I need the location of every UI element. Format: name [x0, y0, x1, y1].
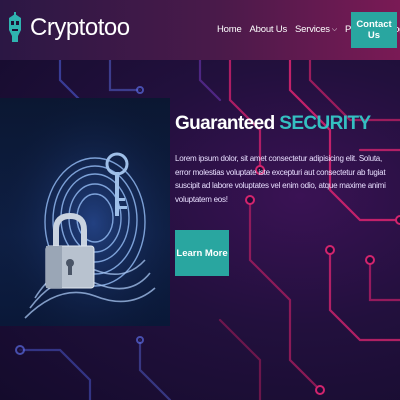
page: Cryptotoo Home About Us Services ⌵ Pages…	[0, 0, 400, 400]
brand-name: Cryptotoo	[30, 14, 130, 41]
security-illustration	[0, 98, 170, 326]
nav-item-label: Home	[217, 24, 242, 35]
logo[interactable]: Cryptotoo	[6, 12, 130, 44]
nav-item-about-us[interactable]: About Us	[249, 24, 288, 35]
hero-title-plain: Guaranteed	[175, 113, 275, 134]
hero-description: Lorem ipsum dolor, sit amet consectetur …	[175, 154, 386, 204]
hero-title-accent: SECURITY	[279, 113, 371, 134]
contact-us-button[interactable]: Contact Us	[351, 12, 397, 48]
nav-item-home[interactable]: Home	[217, 24, 242, 35]
learn-more-button[interactable]: Learn More	[175, 230, 229, 276]
nav-item-label: About Us	[249, 24, 288, 35]
robot-head-icon	[9, 12, 21, 42]
hero-title: Guaranteed SECURITY	[175, 113, 371, 135]
site-header: Cryptotoo Home About Us Services ⌵ Pages…	[0, 0, 400, 60]
nav-item-label: Services	[295, 24, 330, 35]
hero-section: Guaranteed SECURITY Lorem ipsum dolor, s…	[0, 60, 400, 400]
padlock-fingerprint-icon	[0, 98, 170, 326]
chevron-down-icon: ⌵	[331, 25, 337, 33]
nav-item-services[interactable]: Services ⌵	[295, 24, 337, 35]
